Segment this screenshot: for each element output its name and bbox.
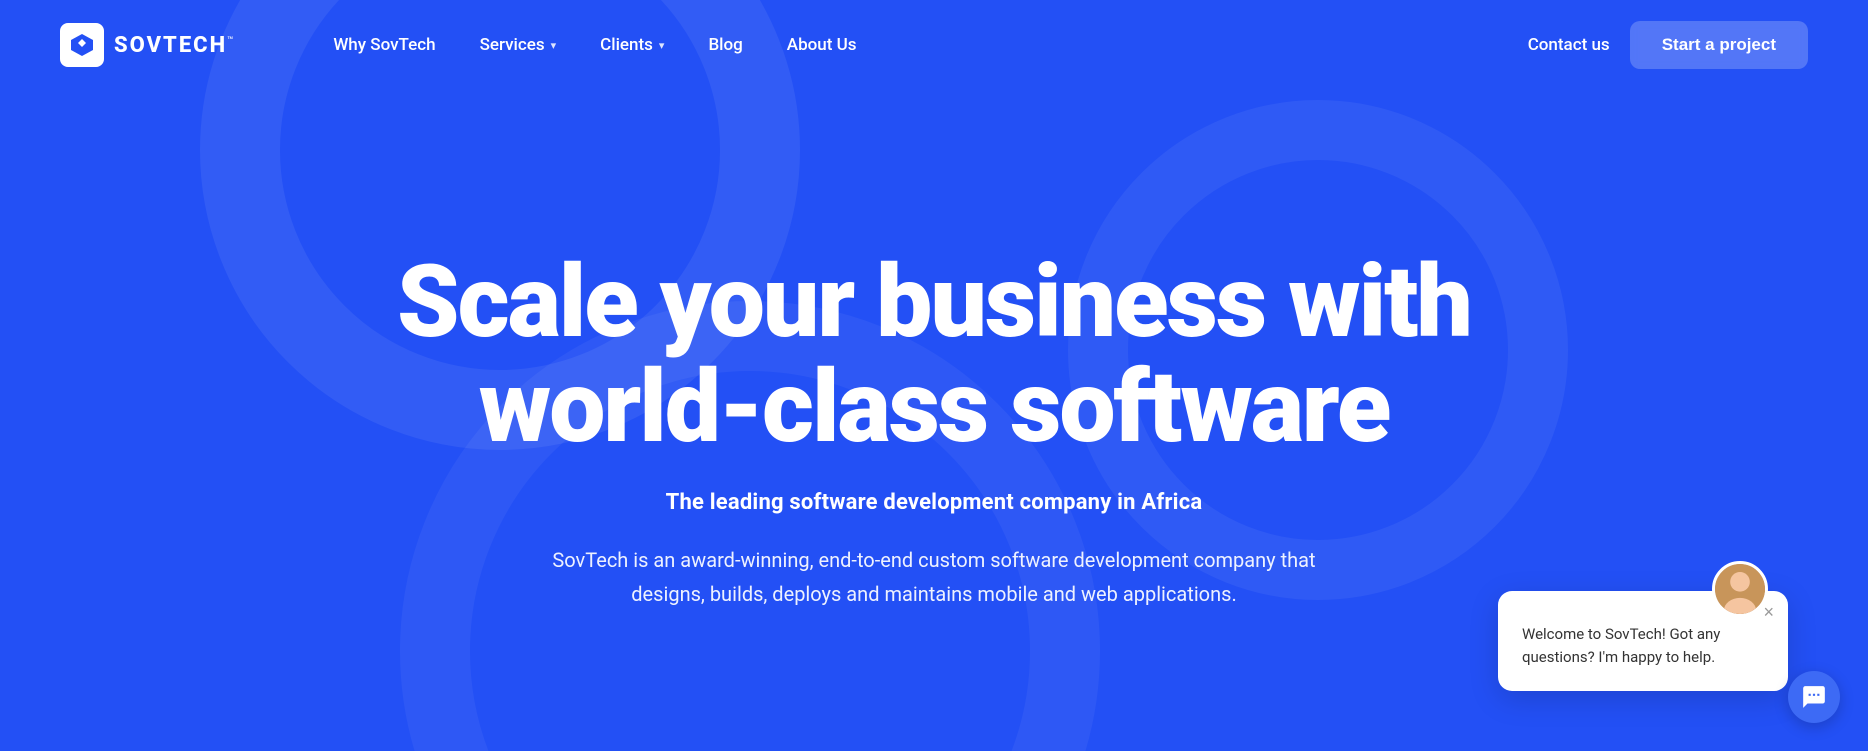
chat-avatar (1712, 561, 1768, 617)
services-chevron-icon: ▾ (551, 39, 557, 52)
chat-popup-message: Welcome to SovTech! Got any questions? I… (1522, 623, 1764, 670)
logo[interactable]: SOVTECH™ (60, 23, 235, 67)
hero-title: Scale your business with world-class sof… (397, 250, 1471, 460)
chat-popup: × Welcome to SovTech! Got any questions?… (1498, 591, 1788, 692)
chat-bubble-icon (1801, 684, 1827, 710)
chat-open-button[interactable] (1788, 671, 1840, 723)
nav-blog[interactable]: Blog (690, 27, 760, 63)
hero-description: SovTech is an award-winning, end-to-end … (544, 543, 1324, 611)
navbar: SOVTECH™ Why SovTech Services ▾ Clients … (0, 0, 1868, 90)
start-project-button[interactable]: Start a project (1630, 21, 1808, 69)
nav-right: Contact us Start a project (1528, 21, 1808, 69)
avatar-image (1715, 564, 1765, 614)
chat-popup-close-button[interactable]: × (1763, 603, 1774, 621)
clients-chevron-icon: ▾ (659, 39, 665, 52)
hero-section: SOVTECH™ Why SovTech Services ▾ Clients … (0, 0, 1868, 751)
contact-us-link[interactable]: Contact us (1528, 35, 1610, 55)
nav-links: Why SovTech Services ▾ Clients ▾ Blog Ab… (315, 27, 1527, 63)
logo-icon (60, 23, 104, 67)
nav-services[interactable]: Services ▾ (462, 27, 575, 63)
nav-about-us[interactable]: About Us (769, 27, 875, 63)
nav-clients[interactable]: Clients ▾ (582, 27, 682, 63)
hero-subtitle: The leading software development company… (666, 490, 1203, 515)
nav-why-sovtech[interactable]: Why SovTech (315, 27, 453, 63)
brand-name: SOVTECH™ (114, 33, 235, 58)
